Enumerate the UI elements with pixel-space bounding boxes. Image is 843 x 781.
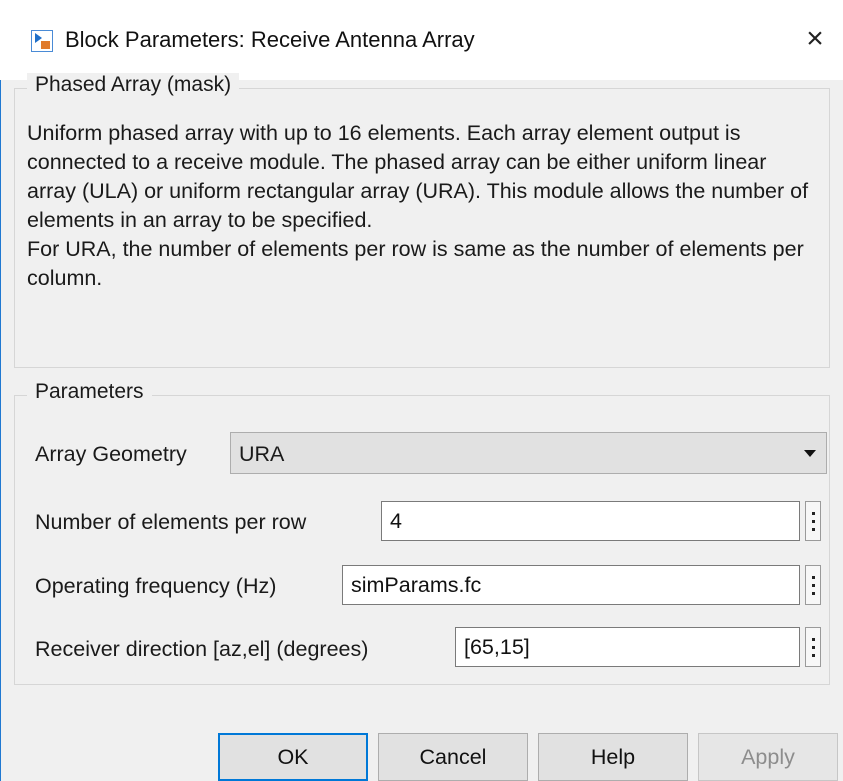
close-button[interactable]: ×	[801, 22, 829, 56]
array-geometry-value: URA	[239, 442, 285, 466]
operating-frequency-field[interactable]	[342, 565, 800, 605]
operating-frequency-options-icon[interactable]	[805, 565, 821, 605]
receiver-direction-field[interactable]	[455, 627, 800, 667]
chevron-down-icon	[804, 450, 816, 457]
cancel-button[interactable]: Cancel	[378, 733, 528, 781]
elements-per-row-label: Number of elements per row	[35, 510, 307, 534]
description-paragraph-2: For URA, the number of elements per row …	[27, 237, 804, 290]
array-geometry-label: Array Geometry	[35, 442, 187, 466]
elements-per-row-field[interactable]	[381, 501, 800, 541]
mask-group-title: Phased Array (mask)	[27, 73, 240, 97]
help-button[interactable]: Help	[538, 733, 688, 781]
parameters-group-title: Parameters	[27, 380, 152, 404]
ok-button[interactable]: OK	[218, 733, 368, 781]
apply-button[interactable]: Apply	[698, 733, 838, 781]
mask-description: Uniform phased array with up to 16 eleme…	[27, 119, 817, 293]
title-bar[interactable]: Block Parameters: Receive Antenna Array …	[0, 0, 843, 80]
elements-per-row-options-icon[interactable]	[805, 501, 821, 541]
array-geometry-dropdown[interactable]: URA	[230, 432, 827, 474]
window-border	[0, 78, 1, 781]
operating-frequency-label: Operating frequency (Hz)	[35, 574, 277, 598]
receiver-direction-label: Receiver direction [az,el] (degrees)	[35, 637, 369, 661]
mask-description-group: Phased Array (mask) Uniform phased array…	[14, 73, 830, 368]
simulink-block-icon	[31, 30, 53, 52]
window-title: Block Parameters: Receive Antenna Array	[65, 27, 475, 52]
block-parameters-dialog: Block Parameters: Receive Antenna Array …	[0, 0, 843, 781]
description-paragraph-1: Uniform phased array with up to 16 eleme…	[27, 121, 809, 232]
receiver-direction-options-icon[interactable]	[805, 627, 821, 667]
